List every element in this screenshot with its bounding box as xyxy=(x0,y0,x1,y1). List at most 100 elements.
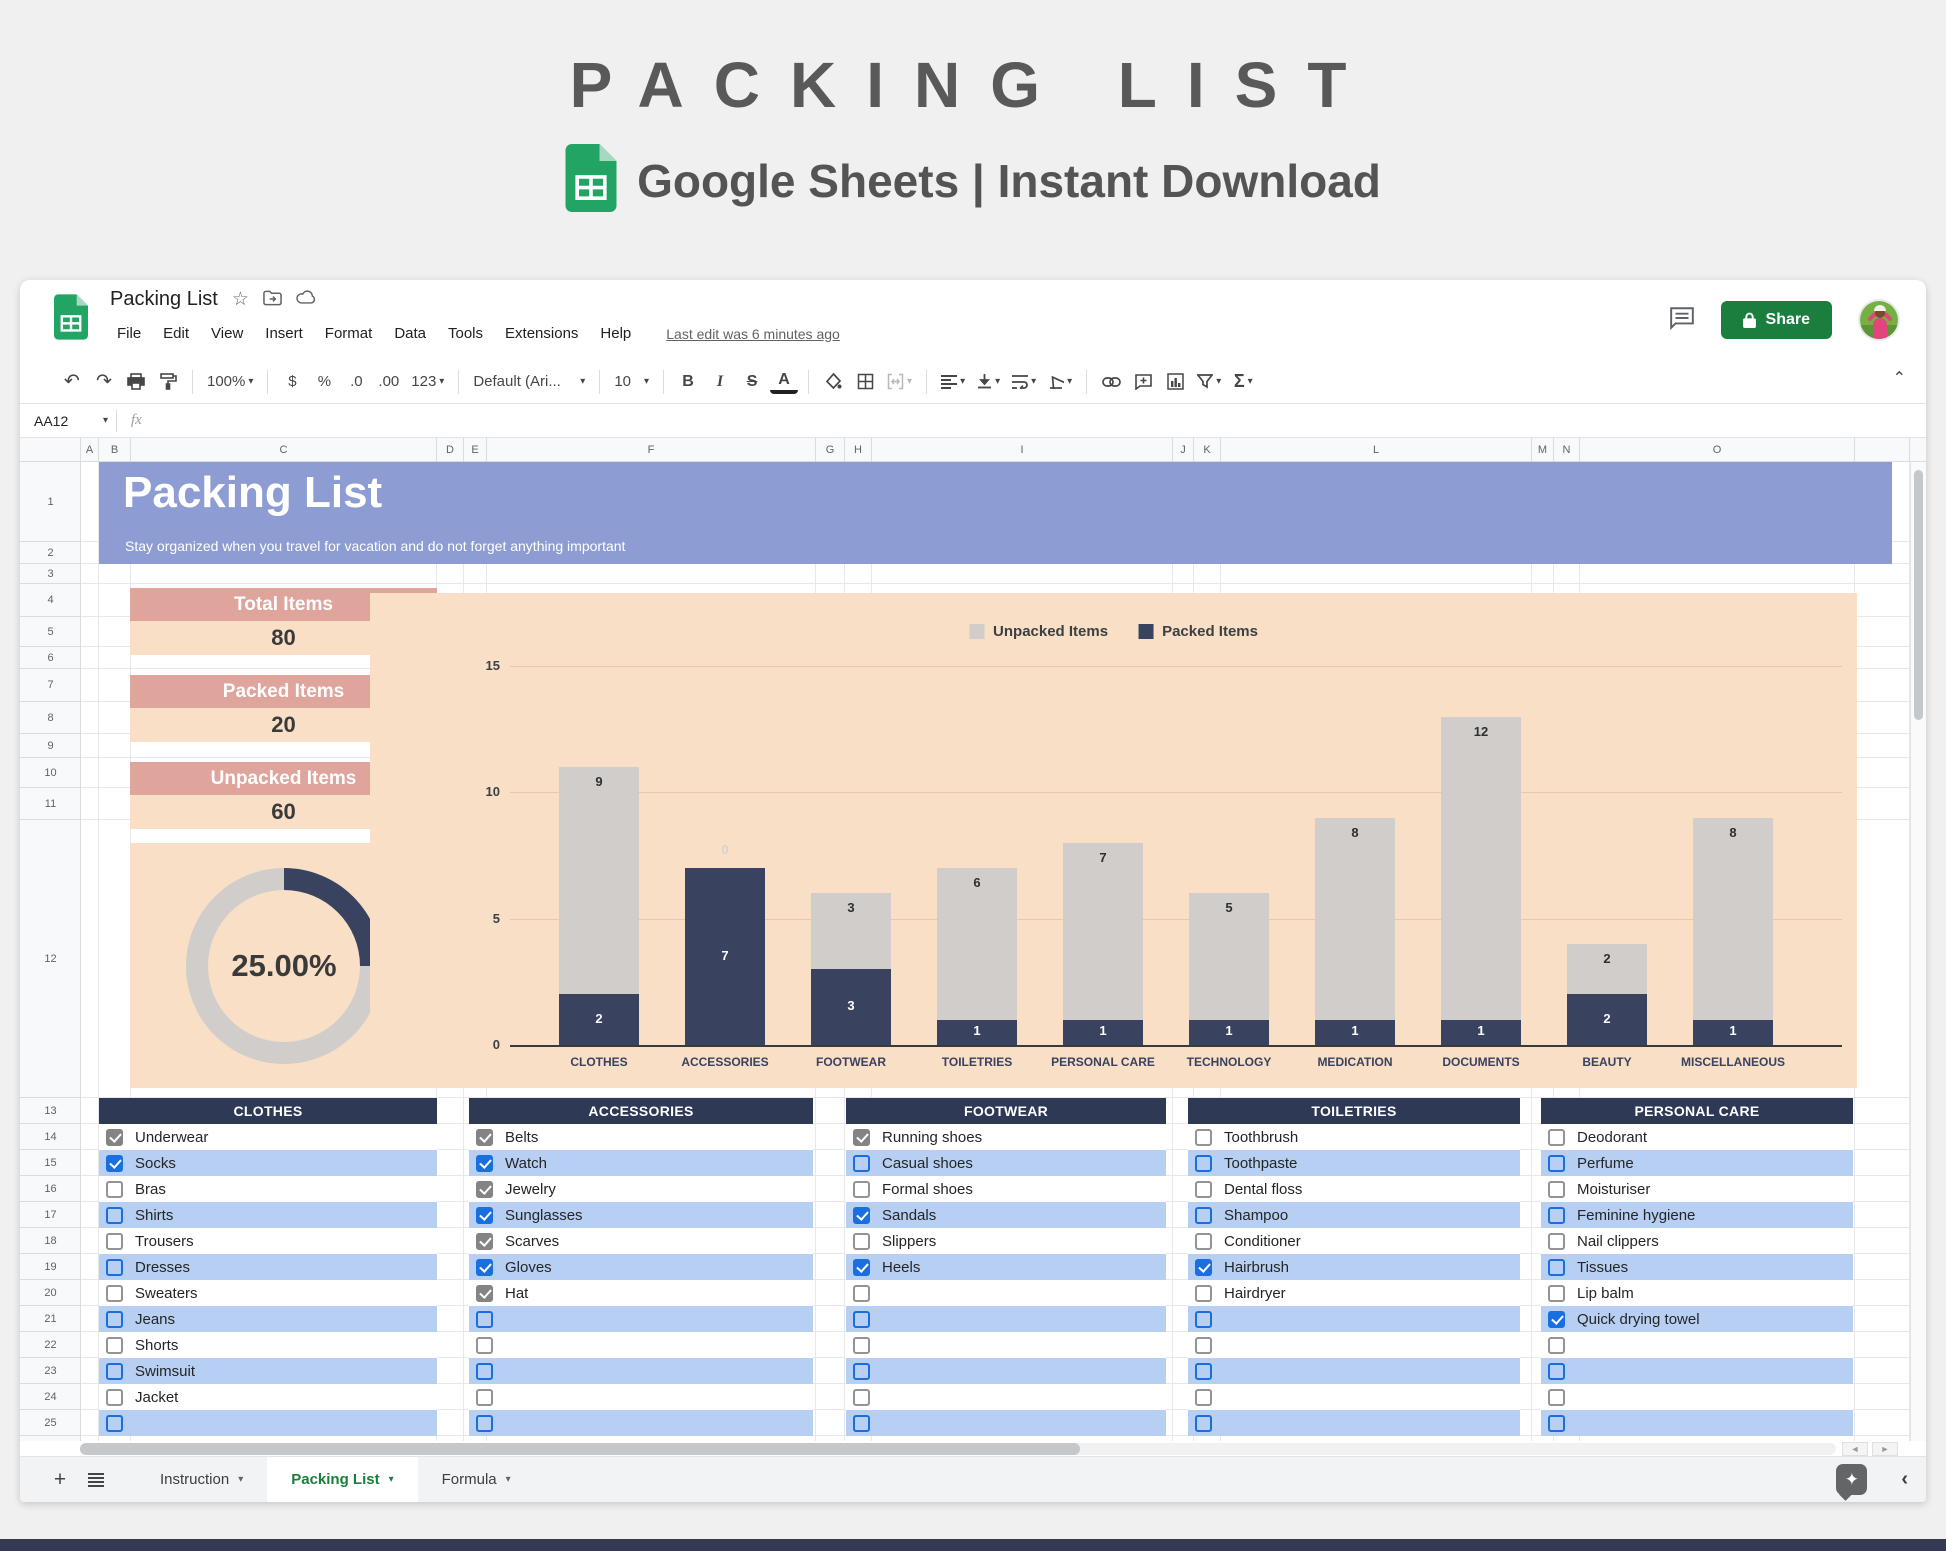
sheet-tab-packing-list[interactable]: Packing List ▾ xyxy=(267,1457,418,1502)
create-filter-icon[interactable]: ▾ xyxy=(1193,367,1225,397)
checkbox[interactable] xyxy=(106,1258,123,1276)
checkbox[interactable] xyxy=(106,1154,123,1172)
checkbox[interactable] xyxy=(1195,1258,1212,1276)
strikethrough-icon[interactable]: S xyxy=(738,367,766,397)
column-header-D[interactable]: D xyxy=(437,438,464,461)
decrease-decimals-icon[interactable]: .0 xyxy=(342,367,370,397)
column-header-J[interactable]: J xyxy=(1173,438,1194,461)
horizontal-scrollbar[interactable]: ◄ ► xyxy=(20,1441,1926,1457)
fill-color-icon[interactable] xyxy=(819,367,847,397)
row-header-18[interactable]: 18 xyxy=(20,1228,80,1254)
column-header-I[interactable]: I xyxy=(872,438,1173,461)
checkbox[interactable] xyxy=(1548,1414,1565,1432)
row-header-13[interactable]: 13 xyxy=(20,1098,80,1124)
insert-chart-icon[interactable] xyxy=(1161,367,1189,397)
last-edit-link[interactable]: Last edit was 6 minutes ago xyxy=(666,326,840,342)
checkbox[interactable] xyxy=(1195,1362,1212,1380)
merge-cells-icon[interactable]: ▾ xyxy=(883,367,916,397)
checkbox[interactable] xyxy=(106,1284,123,1302)
horizontal-align-icon[interactable]: ▾ xyxy=(937,367,969,397)
checkbox[interactable] xyxy=(476,1414,493,1432)
sheet-content[interactable]: Packing List Stay organized when you tra… xyxy=(81,462,1910,1441)
insert-comment-icon[interactable] xyxy=(1129,367,1157,397)
checkbox[interactable] xyxy=(476,1310,493,1328)
column-header-H[interactable]: H xyxy=(845,438,872,461)
comment-history-icon[interactable] xyxy=(1669,306,1695,335)
column-header-B[interactable]: B xyxy=(99,438,131,461)
account-avatar[interactable] xyxy=(1858,299,1900,341)
select-all-corner[interactable] xyxy=(20,438,81,462)
checkbox[interactable] xyxy=(1195,1180,1212,1198)
move-to-folder-icon[interactable] xyxy=(263,290,282,310)
checkbox[interactable] xyxy=(1195,1414,1212,1432)
checkbox[interactable] xyxy=(106,1206,123,1224)
checkbox[interactable] xyxy=(476,1232,493,1250)
menu-insert[interactable]: Insert xyxy=(256,322,312,345)
show-side-panel-icon[interactable]: ‹ xyxy=(1901,1468,1908,1491)
print-icon[interactable] xyxy=(122,367,150,397)
zoom-select[interactable]: 100% ▾ xyxy=(203,367,257,397)
row-header-11[interactable]: 11 xyxy=(20,788,80,820)
column-header-K[interactable]: K xyxy=(1194,438,1221,461)
column-header-N[interactable]: N xyxy=(1554,438,1580,461)
row-header-16[interactable]: 16 xyxy=(20,1176,80,1202)
paint-format-icon[interactable] xyxy=(154,367,182,397)
checkbox[interactable] xyxy=(106,1232,123,1250)
row-header-19[interactable]: 19 xyxy=(20,1254,80,1280)
checkbox[interactable] xyxy=(106,1414,123,1432)
checkbox[interactable] xyxy=(476,1128,493,1146)
checkbox[interactable] xyxy=(1548,1284,1565,1302)
row-header-14[interactable]: 14 xyxy=(20,1124,80,1150)
checkbox[interactable] xyxy=(1195,1336,1212,1354)
row-header-25[interactable]: 25 xyxy=(20,1410,80,1436)
menu-tools[interactable]: Tools xyxy=(439,322,492,345)
menu-help[interactable]: Help xyxy=(591,322,640,345)
checkbox[interactable] xyxy=(1195,1154,1212,1172)
document-status-cloud-icon[interactable] xyxy=(296,290,316,309)
checkbox[interactable] xyxy=(853,1258,870,1276)
add-sheet-icon[interactable]: + xyxy=(42,1462,78,1498)
column-header-L[interactable]: L xyxy=(1221,438,1532,461)
checkbox[interactable] xyxy=(1195,1310,1212,1328)
vertical-align-icon[interactable]: ▾ xyxy=(973,367,1004,397)
menu-extensions[interactable]: Extensions xyxy=(496,322,587,345)
more-formats-select[interactable]: 123 ▾ xyxy=(407,367,448,397)
checkbox[interactable] xyxy=(1548,1258,1565,1276)
checkbox[interactable] xyxy=(853,1154,870,1172)
italic-icon[interactable]: I xyxy=(706,367,734,397)
menu-data[interactable]: Data xyxy=(385,322,435,345)
checkbox[interactable] xyxy=(853,1232,870,1250)
row-header-5[interactable]: 5 xyxy=(20,617,80,647)
checkbox[interactable] xyxy=(853,1128,870,1146)
checkbox[interactable] xyxy=(853,1284,870,1302)
row-header-6[interactable]: 6 xyxy=(20,647,80,669)
column-header-G[interactable]: G xyxy=(816,438,845,461)
checkbox[interactable] xyxy=(106,1362,123,1380)
checkbox[interactable] xyxy=(1548,1310,1565,1328)
checkbox[interactable] xyxy=(106,1128,123,1146)
checkbox[interactable] xyxy=(1195,1388,1212,1406)
column-header-O[interactable]: O xyxy=(1580,438,1855,461)
format-currency-icon[interactable]: $ xyxy=(278,367,306,397)
row-header-10[interactable]: 10 xyxy=(20,758,80,788)
column-header-C[interactable]: C xyxy=(131,438,437,461)
checkbox[interactable] xyxy=(1195,1128,1212,1146)
text-rotation-icon[interactable]: ▾ xyxy=(1044,367,1076,397)
row-header-17[interactable]: 17 xyxy=(20,1202,80,1228)
scroll-left-icon[interactable]: ◄ xyxy=(1842,1442,1868,1456)
checkbox[interactable] xyxy=(1548,1336,1565,1354)
checkbox[interactable] xyxy=(853,1362,870,1380)
row-header-3[interactable]: 3 xyxy=(20,564,80,584)
row-header-21[interactable]: 21 xyxy=(20,1306,80,1332)
increase-decimals-icon[interactable]: .00 xyxy=(374,367,403,397)
column-header-E[interactable]: E xyxy=(464,438,487,461)
row-header-20[interactable]: 20 xyxy=(20,1280,80,1306)
checkbox[interactable] xyxy=(476,1284,493,1302)
text-color-icon[interactable]: A xyxy=(770,370,799,394)
insert-link-icon[interactable] xyxy=(1097,367,1125,397)
bold-icon[interactable]: B xyxy=(674,367,702,397)
column-header-M[interactable]: M xyxy=(1532,438,1554,461)
checkbox[interactable] xyxy=(1195,1284,1212,1302)
share-button[interactable]: Share xyxy=(1720,301,1832,339)
checkbox[interactable] xyxy=(106,1388,123,1406)
